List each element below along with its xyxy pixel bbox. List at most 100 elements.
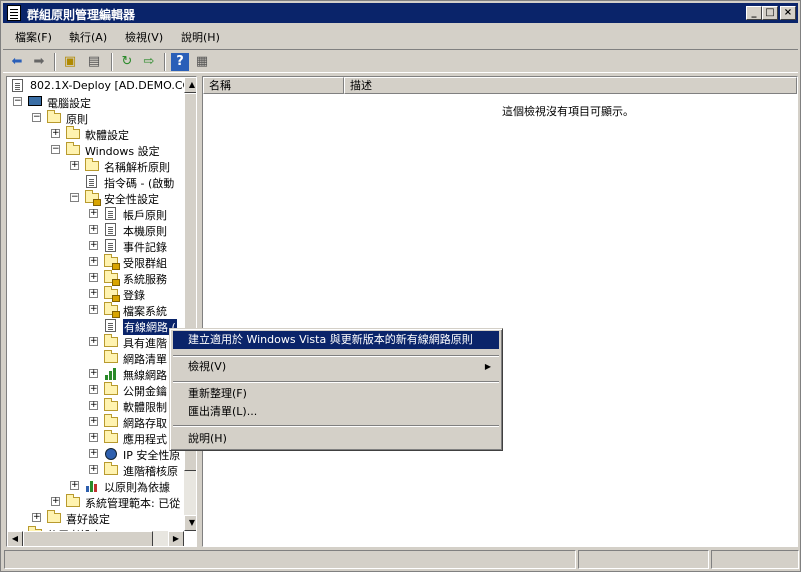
- column-header-name[interactable]: 名稱: [203, 77, 344, 94]
- network-doc-icon: [103, 318, 119, 333]
- menu-item-help[interactable]: 說明(H): [173, 430, 499, 448]
- expand-icon[interactable]: +: [89, 289, 98, 298]
- expand-icon[interactable]: +: [89, 305, 98, 314]
- column-header-description[interactable]: 描述: [344, 77, 797, 94]
- status-cell: [578, 550, 709, 569]
- menu-item-new-wired-policy[interactable]: 建立適用於 Windows Vista 與更新版本的新有線網路原則: [173, 331, 499, 349]
- scroll-thumb[interactable]: [23, 531, 153, 546]
- tree-item-local-policies[interactable]: + 本機原則: [89, 222, 182, 238]
- expand-icon[interactable]: +: [89, 401, 98, 410]
- doc-icon: [103, 206, 119, 221]
- ipsec-globe-icon: [103, 446, 119, 461]
- collapse-icon[interactable]: −: [70, 193, 79, 202]
- wireless-chart-icon: [103, 366, 119, 381]
- tree-item-advanced-audit[interactable]: + 進階稽核原: [89, 462, 182, 478]
- expand-icon[interactable]: +: [89, 241, 98, 250]
- menu-item-export-list[interactable]: 匯出清單(L)...: [173, 403, 499, 421]
- lock-folder-icon: [103, 302, 120, 318]
- computer-icon: [27, 94, 43, 109]
- tree-item-security-settings[interactable]: − 安全性設定: [70, 190, 182, 206]
- details-pane[interactable]: 名稱 描述 這個檢視沒有項目可顯示。: [202, 76, 798, 547]
- maximize-button[interactable]: □: [762, 6, 778, 20]
- menu-file[interactable]: 檔案(F): [15, 29, 52, 45]
- menu-action[interactable]: 執行(A): [69, 29, 107, 45]
- help-icon[interactable]: ?: [171, 53, 189, 71]
- folder-icon: [103, 382, 119, 397]
- menu-item-refresh[interactable]: 重新整理(F): [173, 385, 499, 403]
- tree-item-scripts[interactable]: 指令碼 - (啟動: [70, 174, 182, 190]
- refresh-icon[interactable]: ↻: [118, 53, 136, 71]
- scroll-up-icon[interactable]: ▲: [184, 77, 196, 93]
- expand-icon[interactable]: +: [89, 449, 98, 458]
- expand-icon[interactable]: +: [70, 481, 79, 490]
- tree-vertical-scrollbar[interactable]: ▲ ▼: [184, 77, 196, 531]
- tree-item-registry[interactable]: + 登錄: [89, 286, 182, 302]
- tree-item-system-services[interactable]: + 系統服務: [89, 270, 182, 286]
- tree-item-gpo-root[interactable]: 802.1X-Deploy [AD.DEMO.CO: [10, 78, 191, 94]
- up-folder-icon[interactable]: ▣: [61, 53, 79, 71]
- status-cell: [4, 550, 576, 569]
- toolbar-separator: [164, 53, 166, 71]
- expand-icon[interactable]: +: [89, 257, 98, 266]
- tree-item-policies[interactable]: − 原則: [32, 110, 182, 126]
- app-window: 群組原則管理編輯器 _ □ × 檔案(F) 執行(A) 檢視(V) 說明(H) …: [0, 0, 801, 572]
- security-folder-icon: [84, 190, 101, 206]
- tree-item-file-system[interactable]: + 檔案系統: [89, 302, 182, 318]
- menu-item-view[interactable]: 檢視(V) ▶: [173, 358, 499, 376]
- tree-item-restricted-groups[interactable]: + 受限群組: [89, 254, 182, 270]
- collapse-icon[interactable]: −: [51, 145, 60, 154]
- title-bar[interactable]: 群組原則管理編輯器 _ □ ×: [3, 3, 798, 23]
- tree-item-policy-qos[interactable]: + 以原則為依據: [70, 478, 182, 494]
- expand-icon[interactable]: +: [89, 417, 98, 426]
- tree-horizontal-scrollbar[interactable]: ◀ ▶: [7, 531, 184, 546]
- show-hide-tree-icon[interactable]: ▤: [85, 53, 103, 71]
- back-arrow-icon[interactable]: ⬅: [8, 53, 26, 71]
- tree-item-account-policies[interactable]: + 帳戶原則: [89, 206, 182, 222]
- folder-icon: [103, 414, 119, 429]
- menu-help[interactable]: 說明(H): [181, 29, 220, 45]
- collapse-icon[interactable]: −: [13, 97, 22, 106]
- folder-icon: [84, 158, 100, 173]
- tree-item-computer-config[interactable]: − 電腦設定: [13, 94, 183, 110]
- expand-icon[interactable]: +: [89, 385, 98, 394]
- folder-icon: [46, 510, 62, 525]
- folder-icon: [103, 430, 119, 445]
- tree-item-admin-templates[interactable]: + 系統管理範本: 已從: [51, 494, 182, 510]
- expand-icon[interactable]: +: [51, 497, 60, 506]
- scroll-down-icon[interactable]: ▼: [184, 515, 196, 531]
- folder-icon: [103, 334, 119, 349]
- expand-icon[interactable]: +: [70, 161, 79, 170]
- expand-icon[interactable]: +: [89, 273, 98, 282]
- close-button[interactable]: ×: [780, 6, 796, 20]
- expand-icon[interactable]: +: [89, 369, 98, 378]
- expand-icon[interactable]: +: [89, 337, 98, 346]
- forward-arrow-icon[interactable]: ➡: [30, 53, 48, 71]
- folder-icon: [65, 142, 81, 157]
- expand-icon[interactable]: +: [51, 129, 60, 138]
- expand-icon[interactable]: +: [89, 465, 98, 474]
- tree-item-name-resolution[interactable]: + 名稱解析原則: [70, 158, 182, 174]
- tree-item-event-log[interactable]: + 事件記錄: [89, 238, 182, 254]
- menu-item-view-label: 檢視(V): [188, 360, 227, 373]
- qos-chart-icon: [84, 478, 100, 493]
- minimize-button[interactable]: _: [746, 6, 762, 20]
- console-tree[interactable]: 802.1X-Deploy [AD.DEMO.CO − 電腦設定 − 原則 + …: [6, 76, 197, 547]
- export-list-icon[interactable]: ⇨: [140, 53, 158, 71]
- expand-icon[interactable]: +: [89, 209, 98, 218]
- expand-icon[interactable]: +: [89, 433, 98, 442]
- collapse-icon[interactable]: −: [32, 113, 41, 122]
- scroll-left-icon[interactable]: ◀: [7, 531, 23, 546]
- folder-icon: [65, 126, 81, 141]
- menu-separator: [173, 381, 499, 383]
- script-icon: [84, 174, 100, 189]
- expand-icon[interactable]: +: [32, 513, 41, 522]
- menu-separator: [173, 355, 499, 357]
- menu-view[interactable]: 檢視(V): [125, 29, 163, 45]
- submenu-arrow-icon: ▶: [484, 362, 491, 371]
- properties-icon[interactable]: ▦: [193, 53, 211, 71]
- tree-item-software-settings[interactable]: + 軟體設定: [51, 126, 182, 142]
- scroll-right-icon[interactable]: ▶: [168, 531, 184, 546]
- tree-item-windows-settings[interactable]: − Windows 設定: [51, 142, 182, 158]
- expand-icon[interactable]: +: [89, 225, 98, 234]
- tree-item-preferences[interactable]: + 喜好設定: [32, 510, 182, 526]
